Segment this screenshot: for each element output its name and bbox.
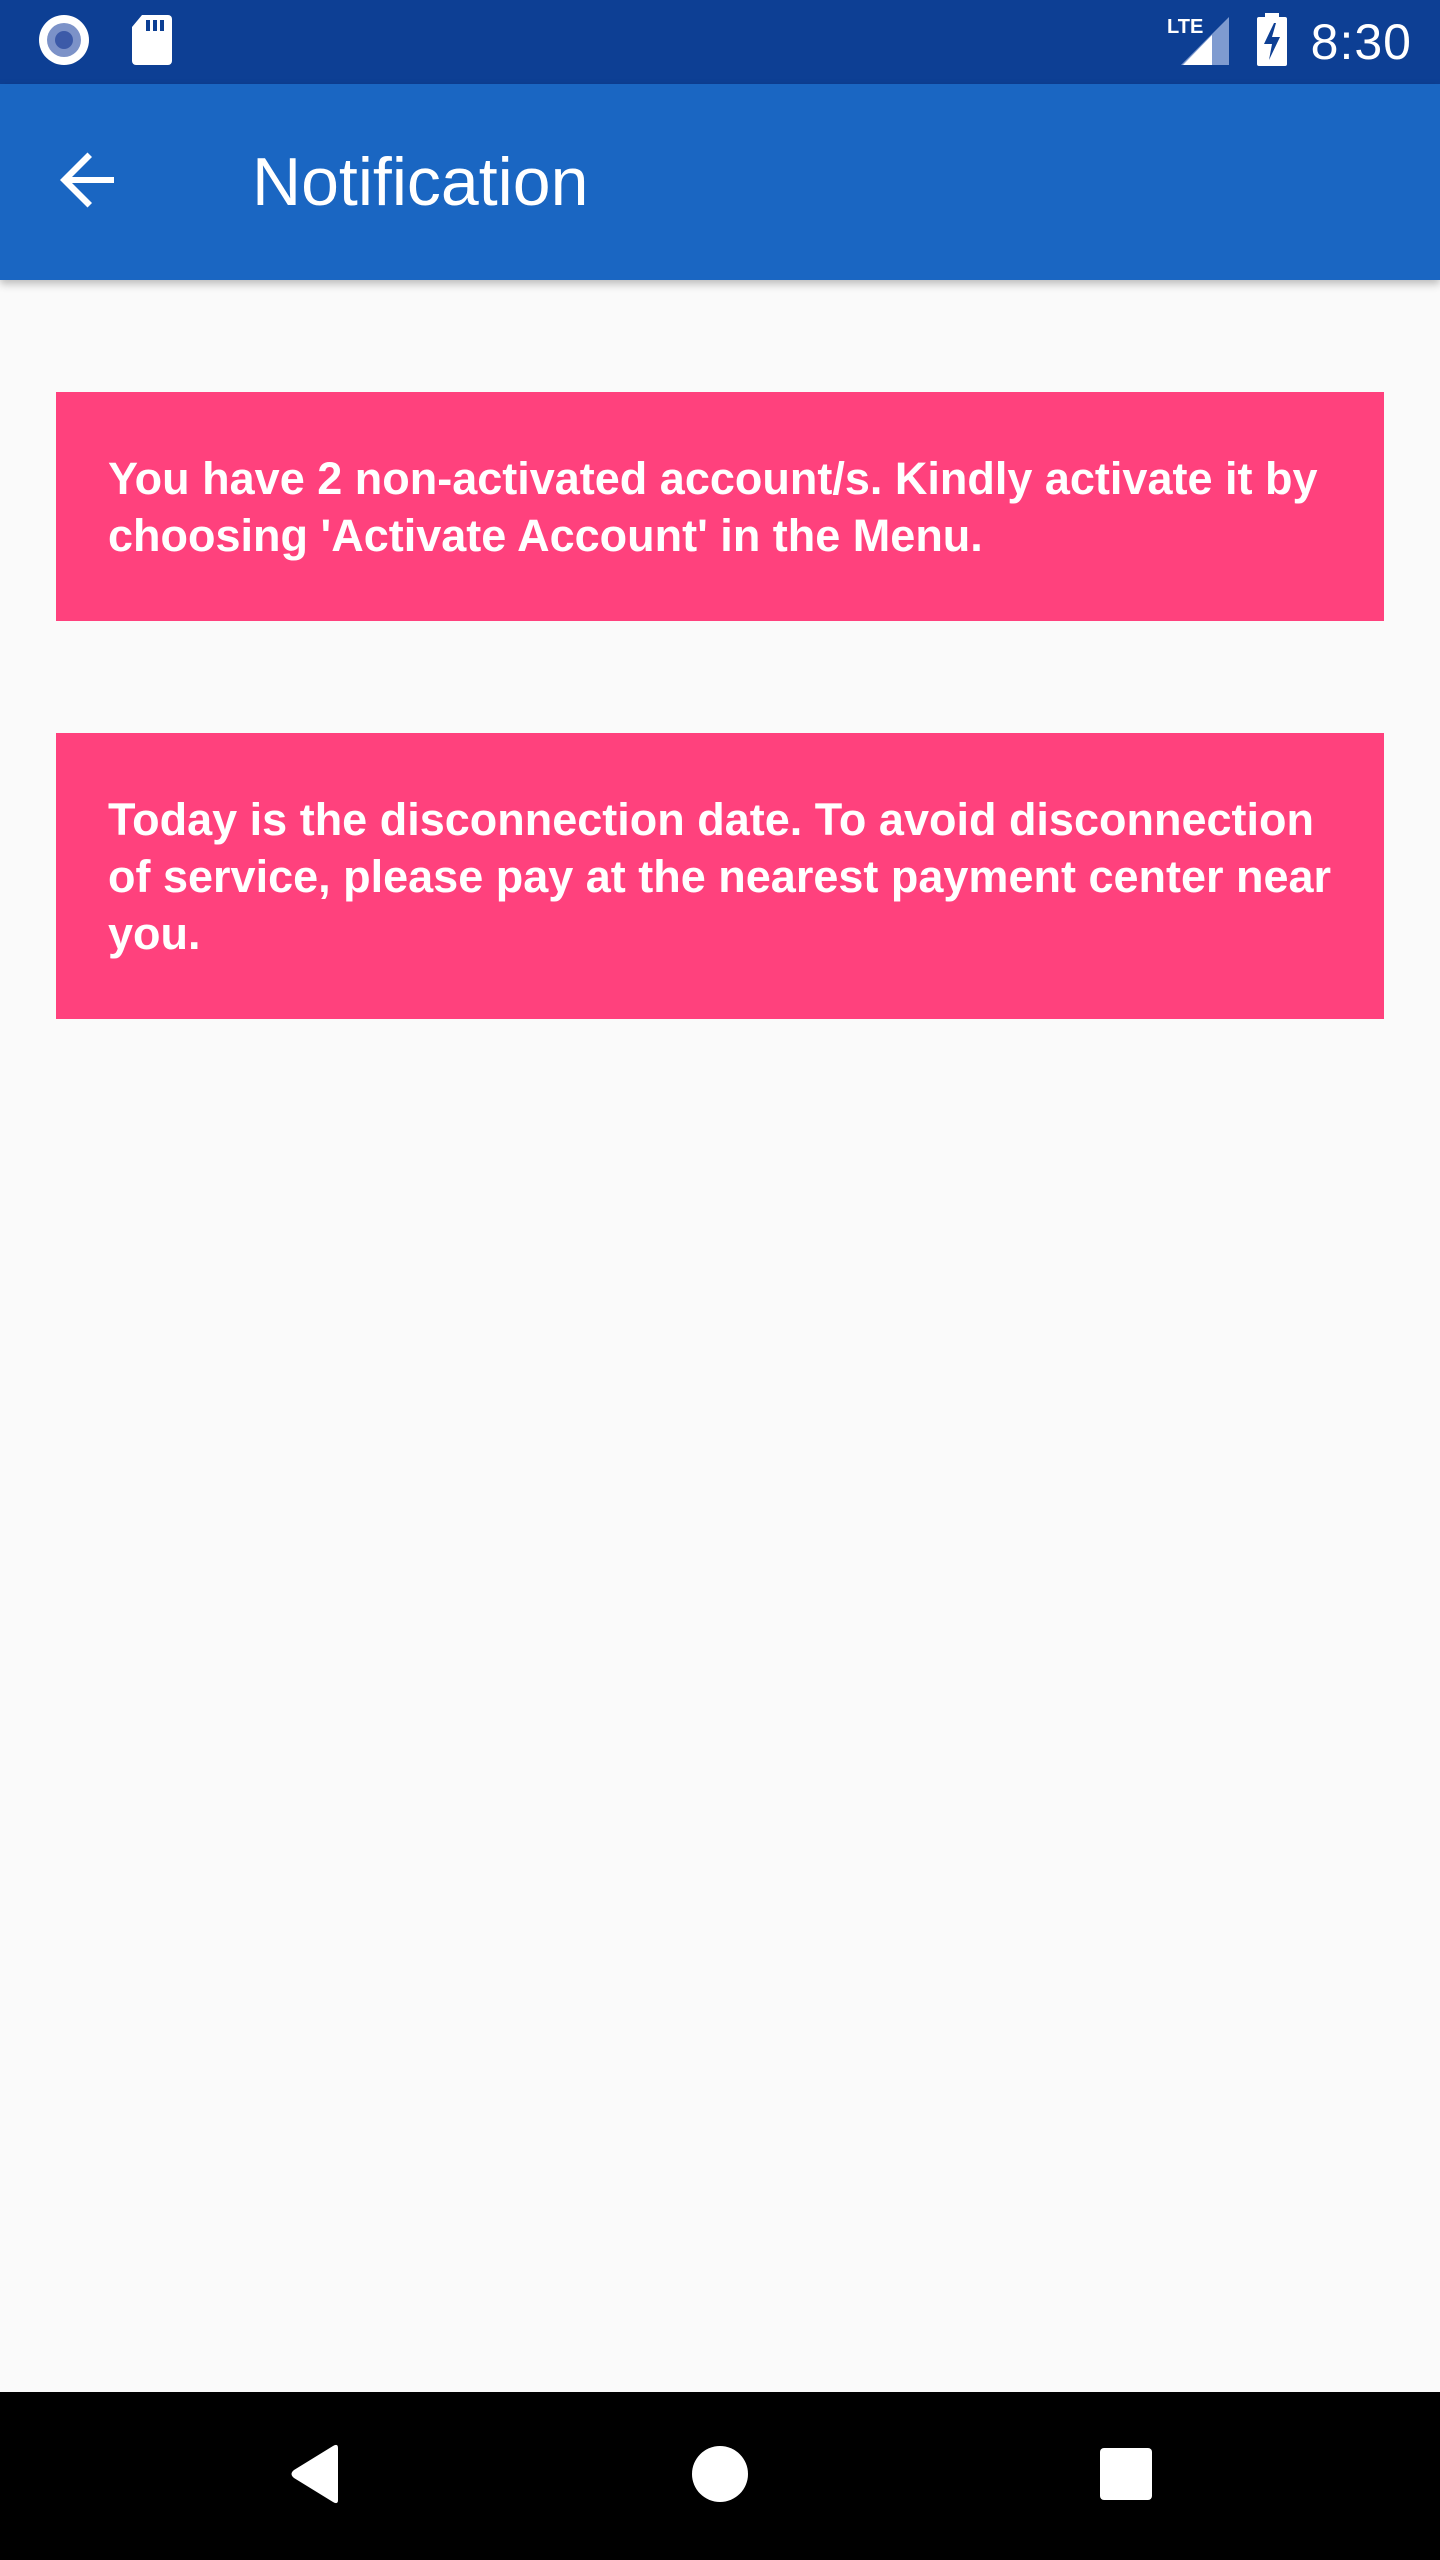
notification-card[interactable]: Today is the disconnection date. To avoi… [56,733,1384,1019]
lte-label: LTE [1167,16,1203,38]
lte-signal-icon: LTE [1167,13,1233,72]
nav-recents-button[interactable] [1076,2426,1176,2526]
notification-screen: LTE 8:30 Notification You have 2 non-act… [0,0,1440,2560]
status-bar: LTE 8:30 [0,0,1440,84]
back-button[interactable] [44,138,132,226]
notification-text: Today is the disconnection date. To avoi… [108,793,1332,959]
status-time: 8:30 [1310,14,1412,70]
page-title: Notification [252,144,589,220]
system-nav-bar [0,2392,1440,2560]
nav-home-button[interactable] [670,2426,770,2526]
nav-back-button[interactable] [266,2426,366,2526]
record-icon [36,12,92,73]
nav-back-icon [286,2442,346,2511]
app-bar: Notification [0,84,1440,280]
battery-charging-icon [1255,12,1289,72]
status-right-icons: LTE 8:30 [1167,0,1412,84]
notification-card[interactable]: You have 2 non-activated account/s. Kind… [56,392,1384,621]
nav-recents-icon [1098,2446,1154,2507]
nav-home-icon [690,2444,750,2509]
status-left-icons [36,14,174,70]
notification-text: You have 2 non-activated account/s. Kind… [108,452,1318,561]
sd-card-icon [130,13,174,72]
arrow-back-icon [56,148,120,217]
